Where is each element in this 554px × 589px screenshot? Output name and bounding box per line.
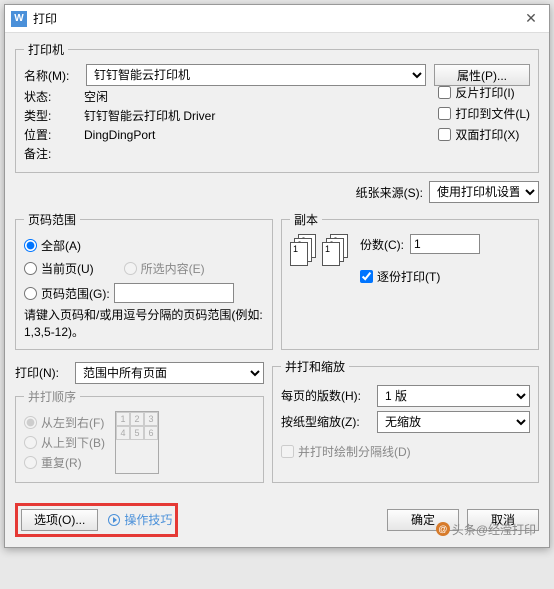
order-legend: 并打顺序	[24, 388, 80, 405]
where-label: 位置:	[24, 126, 78, 143]
cancel-button[interactable]: 取消	[467, 509, 539, 531]
per-select[interactable]: 1 版	[377, 385, 530, 407]
separator-checkbox: 并打时绘制分隔线(D)	[281, 443, 530, 460]
paper-source-select[interactable]: 使用打印机设置	[429, 181, 539, 203]
ok-button[interactable]: 确定	[387, 509, 459, 531]
range-pages-radio[interactable]: 页码范围(G):	[24, 283, 264, 303]
comment-label: 备注:	[24, 145, 78, 162]
fit-select[interactable]: 无缩放	[377, 411, 530, 433]
order-grid-icon: 123456	[115, 411, 159, 474]
type-label: 类型:	[24, 107, 78, 124]
tofile-checkbox[interactable]: 打印到文件(L)	[438, 105, 530, 122]
print-dialog: W 打印 ✕ 打印机 名称(M): 钉钉智能云打印机 属性(P)... 状态: 空…	[4, 4, 550, 548]
copies-label: 份数(C):	[360, 236, 404, 253]
properties-button[interactable]: 属性(P)...	[434, 64, 530, 86]
range-hint: 请键入页码和/或用逗号分隔的页码范围(例如: 1,3,5-12)。	[24, 307, 264, 341]
scale-legend: 并打和缩放	[281, 358, 349, 375]
range-current-radio[interactable]: 当前页(U)	[24, 260, 94, 277]
copies-legend: 副本	[290, 211, 322, 228]
play-icon	[108, 514, 120, 526]
where-value: DingDingPort	[84, 128, 155, 142]
range-group: 页码范围 全部(A) 当前页(U) 所选内容(E) 页码范围(G): 请键入页码…	[15, 211, 273, 350]
copies-input[interactable]	[410, 234, 480, 254]
close-icon[interactable]: ✕	[519, 10, 543, 27]
printer-group: 打印机 名称(M): 钉钉智能云打印机 属性(P)... 状态: 空闲 类型: 钉钉…	[15, 41, 539, 173]
copies-group: 副本 321 321 份数(C): 逐份打印(T)	[281, 211, 539, 350]
printwhat-label: 打印(N):	[15, 364, 69, 381]
printwhat-select[interactable]: 范围中所有页面	[75, 362, 264, 384]
name-label: 名称(M):	[24, 67, 78, 84]
order-tb-radio: 从上到下(B)	[24, 434, 105, 451]
range-all-radio[interactable]: 全部(A)	[24, 237, 264, 254]
reverse-checkbox[interactable]: 反片打印(I)	[438, 84, 530, 101]
highlight-box: 选项(O)... 操作技巧	[15, 503, 178, 537]
order-lr-radio: 从左到右(F)	[24, 414, 105, 431]
paper-source-label: 纸张来源(S):	[356, 184, 423, 201]
type-value: 钉钉智能云打印机 Driver	[84, 107, 215, 124]
titlebar: W 打印 ✕	[5, 5, 549, 33]
status-value: 空闲	[84, 88, 108, 105]
scale-group: 并打和缩放 每页的版数(H): 1 版 按纸型缩放(Z): 无缩放 并打时绘制分隔线…	[272, 358, 539, 483]
collate-checkbox[interactable]: 逐份打印(T)	[360, 268, 530, 285]
range-pages-input[interactable]	[114, 283, 234, 303]
app-icon: W	[11, 11, 27, 27]
range-legend: 页码范围	[24, 211, 80, 228]
fit-label: 按纸型缩放(Z):	[281, 413, 371, 430]
printer-name-select[interactable]: 钉钉智能云打印机	[86, 64, 426, 86]
collate-icon: 321 321	[290, 234, 350, 268]
range-selection-radio: 所选内容(E)	[124, 260, 205, 277]
options-button[interactable]: 选项(O)...	[21, 509, 98, 531]
printer-legend: 打印机	[24, 41, 68, 58]
window-title: 打印	[33, 10, 519, 27]
duplex-checkbox[interactable]: 双面打印(X)	[438, 126, 530, 143]
order-group: 并打顺序 从左到右(F) 从上到下(B) 重复(R) 123456	[15, 388, 264, 483]
order-repeat-radio: 重复(R)	[24, 454, 105, 471]
tips-link[interactable]: 操作技巧	[108, 511, 172, 528]
per-label: 每页的版数(H):	[281, 387, 371, 404]
status-label: 状态:	[24, 88, 78, 105]
